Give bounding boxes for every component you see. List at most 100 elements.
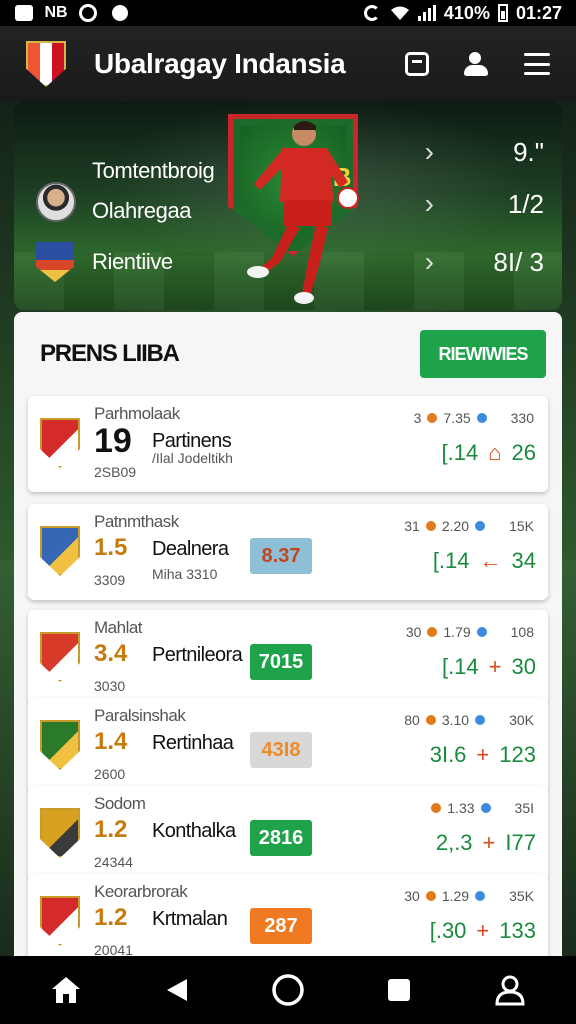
- odds-home[interactable]: [.30: [430, 918, 467, 944]
- hero-stat-2[interactable]: › 1/2: [425, 188, 544, 220]
- match-odds[interactable]: [.30 + 133: [430, 918, 536, 944]
- hero-stat-value: 1/2: [507, 188, 544, 219]
- meta-total: 35K: [509, 888, 534, 904]
- odds-draw[interactable]: +: [489, 654, 502, 680]
- reviews-button[interactable]: RIEWIWIES: [420, 330, 546, 378]
- status-bar: NB 410% 01:27: [0, 0, 576, 26]
- hero-row-label: Rientiive: [92, 249, 173, 274]
- meta-total: 30K: [509, 712, 534, 728]
- meta-count: 30: [404, 888, 420, 904]
- hero-row-3[interactable]: Rientiive: [36, 242, 173, 282]
- info-dot-icon: [476, 413, 487, 423]
- app-bar: Ubalragay Indansia: [0, 26, 576, 102]
- battery-percent: 410%: [443, 2, 490, 23]
- odds-away[interactable]: 30: [512, 654, 536, 680]
- match-meta: 31 2.20 15K: [404, 518, 534, 534]
- team-crest-icon: [40, 632, 80, 682]
- match-score: 19: [94, 422, 132, 460]
- menu-icon[interactable]: [524, 51, 550, 77]
- match-score: 1.2: [94, 816, 128, 843]
- nfc-icon: NB: [44, 4, 68, 21]
- hero-row-2[interactable]: Olahregaa: [36, 180, 192, 224]
- live-dot-icon: [425, 891, 436, 901]
- match-meta: 1.33 35I: [425, 800, 534, 816]
- odds-home[interactable]: [.14: [433, 548, 470, 574]
- team-crest-icon: [40, 808, 80, 858]
- calendar-icon[interactable]: [404, 51, 430, 77]
- odds-home[interactable]: 2,.3: [436, 830, 473, 856]
- info-dot-icon: [475, 521, 486, 531]
- match-badge[interactable]: 7015: [250, 644, 312, 680]
- hero-stat-1[interactable]: › 9.": [425, 136, 544, 168]
- odds-away[interactable]: 34: [512, 548, 536, 574]
- battery-icon: [497, 4, 508, 22]
- match-team: Krtmalan: [152, 908, 228, 930]
- match-detail: /Ilal Jodeltikh: [152, 450, 233, 466]
- odds-home[interactable]: [.14: [442, 440, 479, 466]
- home-button-icon[interactable]: [268, 970, 308, 1010]
- info-dot-icon: [475, 715, 486, 725]
- match-team: Konthalka: [152, 820, 236, 842]
- match-odds[interactable]: [.14 ← 34: [433, 548, 536, 574]
- odds-draw[interactable]: +: [476, 918, 489, 944]
- hero-stat-3[interactable]: › 8I/ 3: [425, 246, 544, 278]
- team-crest-icon: [40, 526, 80, 576]
- odds-away[interactable]: 123: [499, 742, 536, 768]
- odds-away[interactable]: I77: [505, 830, 536, 856]
- match-card[interactable]: Patnmthask 1.5 Dealnera 3309 31 2.20 15K…: [28, 504, 548, 600]
- info-dot-icon: [476, 627, 487, 637]
- meta-count: 30: [405, 624, 422, 640]
- chevron-right-icon: ›: [424, 136, 434, 167]
- meta-odds: 1.29: [441, 888, 470, 904]
- wifi-icon: [390, 4, 410, 22]
- live-dot-icon: [427, 627, 438, 637]
- recents-icon[interactable]: [379, 970, 419, 1010]
- odds-away[interactable]: 133: [499, 918, 536, 944]
- match-league: Sodom: [94, 794, 146, 813]
- live-dot-icon: [425, 715, 436, 725]
- account-icon[interactable]: [490, 970, 530, 1010]
- meta-total: 330: [510, 410, 534, 426]
- live-dot-icon: [425, 521, 436, 531]
- whatsapp-icon: [78, 4, 98, 22]
- match-odds[interactable]: [.14 ⌂ 26: [442, 440, 536, 466]
- club-logo-icon[interactable]: [26, 41, 66, 87]
- match-league: Paralsinshak: [94, 706, 186, 725]
- match-meta: 80 3.10 30K: [404, 712, 534, 728]
- odds-home[interactable]: 3I.6: [430, 742, 467, 768]
- match-card[interactable]: Parhmolaak 19 Partinens 2SB09 3 7.35 330…: [28, 396, 548, 492]
- team-crest-icon: [40, 720, 80, 770]
- match-score: 1.2: [94, 904, 128, 931]
- meta-total: 35I: [514, 800, 534, 816]
- odds-draw[interactable]: ⌂: [488, 440, 501, 466]
- home-icon[interactable]: [46, 970, 86, 1010]
- match-card[interactable]: Sodom 1.2 Konthalka 24344 1.33 35I 2,.3 …: [28, 786, 548, 882]
- match-card[interactable]: Paralsinshak 1.4 Rertinhaa 2600 80 3.10 …: [28, 698, 548, 794]
- match-odds[interactable]: 2,.3 + I77: [436, 830, 536, 856]
- hero-row-label: Olahregaa: [92, 198, 192, 223]
- odds-draw[interactable]: +: [483, 830, 496, 856]
- match-score: 3.4: [94, 640, 128, 667]
- match-odds[interactable]: [.14 + 30: [442, 654, 536, 680]
- sync-icon: [362, 4, 382, 22]
- player-icon: [247, 121, 359, 304]
- hero-stat-value: 8I/ 3: [493, 246, 544, 277]
- match-badge[interactable]: 2816: [250, 820, 312, 856]
- section-title: PRENS LIIBA: [40, 340, 180, 367]
- hero-banner[interactable]: BB Tomtentbroig Olahregaa Rientiive › 9.…: [14, 102, 562, 310]
- match-odds[interactable]: 3I.6 + 123: [430, 742, 536, 768]
- match-badge[interactable]: 287: [250, 908, 312, 944]
- chevron-right-icon: ›: [424, 188, 434, 219]
- match-badge[interactable]: 43I8: [250, 732, 312, 768]
- meta-count: 3: [413, 410, 422, 426]
- odds-draw[interactable]: +: [476, 742, 489, 768]
- match-badge[interactable]: 8.37: [250, 538, 312, 574]
- match-league: Patnmthask: [94, 512, 179, 531]
- odds-home[interactable]: [.14: [442, 654, 479, 680]
- profile-icon[interactable]: [464, 51, 490, 77]
- odds-away[interactable]: 26: [512, 440, 536, 466]
- back-icon[interactable]: [157, 970, 197, 1010]
- match-card[interactable]: Mahlat 3.4 Pertnileora 3030 30 1.79 108 …: [28, 610, 548, 706]
- avatar: [36, 182, 76, 222]
- odds-draw[interactable]: ←: [480, 548, 502, 574]
